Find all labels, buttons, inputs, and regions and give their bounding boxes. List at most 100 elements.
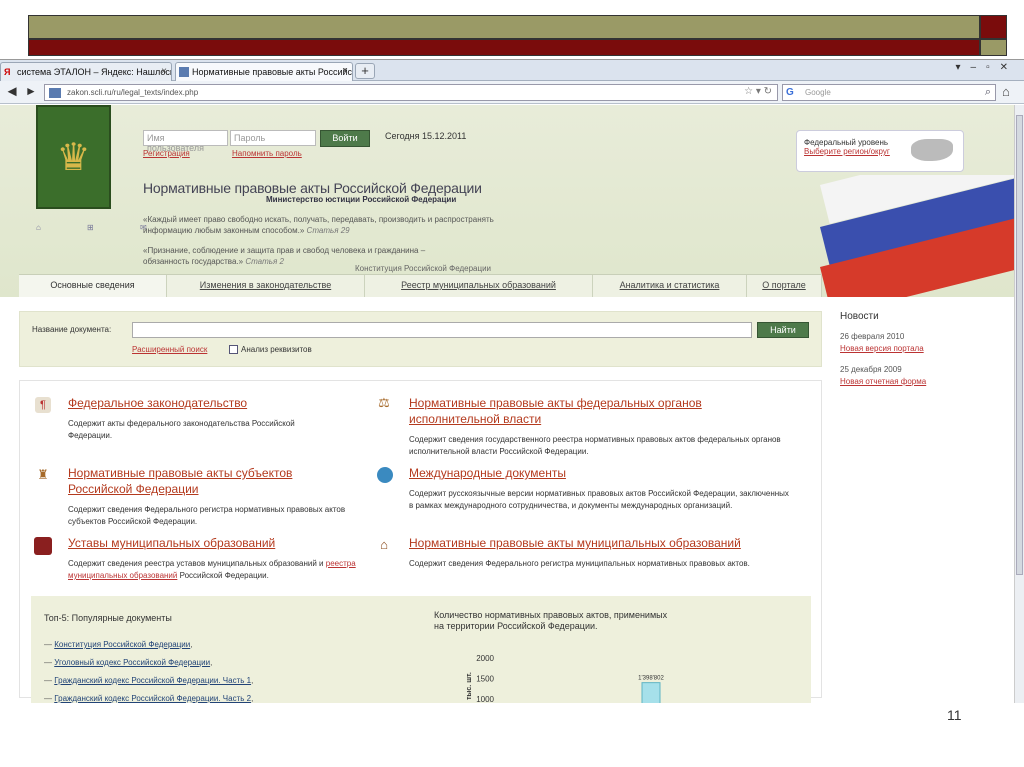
navigation-bar: ◄ ► zakon.scli.ru/ru/legal_texts/index.p… <box>0 81 1024 104</box>
quote-source: Статья 2 <box>245 257 284 266</box>
y-axis-label: тыс. шт. <box>466 672 473 700</box>
requisites-checkbox[interactable] <box>229 345 238 354</box>
search-label: Название документа: <box>32 325 112 334</box>
close-icon[interactable]: × <box>161 66 167 77</box>
tab-legal-acts[interactable]: Нормативные правовые акты Российс... × <box>175 62 353 81</box>
quote-source: Статья 29 <box>306 226 350 235</box>
russia-map-icon[interactable] <box>911 139 953 161</box>
back-icon[interactable]: ◄ <box>3 84 21 101</box>
find-button[interactable]: Найти <box>757 322 809 338</box>
address-bar[interactable]: zakon.scli.ru/ru/legal_texts/index.php ☆… <box>44 84 778 101</box>
coat-of-arms-icon[interactable]: ♛ <box>36 105 111 209</box>
vertical-scrollbar[interactable] <box>1014 105 1024 703</box>
news-date: 25 декабря 2009 <box>840 365 902 374</box>
description-text: Российской Федерации. <box>179 571 269 580</box>
quote: «Каждый имеет право свободно искать, пол… <box>143 214 503 236</box>
menu-item-changes[interactable]: Изменения в законодательстве <box>167 275 365 297</box>
y-tick-label: 1500 <box>476 675 494 684</box>
slide-number: 11 <box>947 707 962 723</box>
tab-label: Нормативные правовые акты Российс... <box>192 67 353 77</box>
tab-label: система ЭТАЛОН – Яндекс: Нашлось ... <box>17 67 172 77</box>
advanced-search-link[interactable]: Расширенный поиск <box>132 345 207 354</box>
url-text: zakon.scli.ru/ru/legal_texts/index.php <box>67 88 199 97</box>
web-page: ♛ ⌂ ⊞ ✉ Имя пользователя Пароль Войти Се… <box>0 105 1014 703</box>
top5-item: — Гражданский кодекс Российской Федераци… <box>44 676 254 685</box>
top5-suffix: , <box>251 694 254 703</box>
top5-link[interactable]: Уголовный кодекс Российской Федерации <box>54 658 210 667</box>
top5-link[interactable]: Гражданский кодекс Российской Федерации.… <box>54 676 251 685</box>
quote-text: «Признание, соблюдение и защита прав и с… <box>143 246 426 266</box>
news-link[interactable]: Новая версия портала <box>840 344 924 353</box>
category-title[interactable]: Нормативные правовые акты субъектов Росс… <box>68 465 338 497</box>
top5-link[interactable]: Гражданский кодекс Российской Федерации.… <box>54 694 251 703</box>
category-description: Содержит русскоязычные версии нормативны… <box>409 489 789 510</box>
category-title[interactable]: Федеральное законодательство <box>68 395 247 411</box>
russian-flag-image <box>820 175 1014 297</box>
description-text: Содержит сведения реестра уставов муници… <box>68 559 324 568</box>
top5-title: Топ-5: Популярные документы <box>44 613 172 623</box>
top5-item: — Гражданский кодекс Российской Федераци… <box>44 694 254 703</box>
remind-password-link[interactable]: Напомнить пароль <box>232 149 302 158</box>
acts-count-chart: тыс. шт.200015001000608'6861'398'802 <box>466 654 664 703</box>
slide-decor-square <box>980 39 1007 56</box>
new-tab-button[interactable]: + <box>355 63 375 79</box>
scrollbar-thumb[interactable] <box>1016 115 1023 575</box>
browser-window: Я система ЭТАЛОН – Яндекс: Нашлось ... ×… <box>0 59 1024 703</box>
slide-decor-square <box>980 15 1007 39</box>
search-engine-box[interactable]: G Google ⌕ <box>782 84 996 101</box>
menu-item-municipal-registry[interactable]: Реестр муниципальных образований <box>365 275 593 297</box>
document-name-input[interactable] <box>132 322 752 338</box>
category-title[interactable]: Международные документы <box>409 465 566 481</box>
site-favicon <box>179 67 189 77</box>
bookmark-star-icon[interactable]: ☆ ▾ ↻ <box>744 86 772 97</box>
register-link[interactable]: Регистрация <box>143 149 190 158</box>
globe-icon <box>377 467 393 483</box>
menu-item-basic-info[interactable]: Основные сведения <box>19 275 167 297</box>
top5-suffix: , <box>251 676 254 685</box>
news-link[interactable]: Новая отчетная форма <box>840 377 926 386</box>
username-input[interactable]: Имя пользователя <box>143 130 228 153</box>
category-title[interactable]: Уставы муниципальных образований <box>68 535 275 551</box>
slide-decor-bar <box>28 15 980 39</box>
category-description: Содержит сведения Федерального регистра … <box>409 559 750 568</box>
category-description: Содержит акты федерального законодательс… <box>68 419 295 440</box>
top5-link[interactable]: Конституция Российской Федерации <box>54 640 190 649</box>
document-icon: ¶ <box>35 397 51 413</box>
forward-icon[interactable]: ► <box>22 84 40 101</box>
main-menu: Основные сведения Изменения в законодате… <box>19 274 822 297</box>
top5-item: — Конституция Российской Федерации, <box>44 640 193 649</box>
home-icon[interactable]: ⌂ <box>1002 84 1010 99</box>
category-description: Содержит сведения реестра уставов муници… <box>68 558 358 582</box>
chart-title: Количество нормативных правовых актов, п… <box>434 610 668 631</box>
google-icon: G <box>786 87 794 98</box>
y-tick-label: 1000 <box>476 695 494 703</box>
top5-suffix: , <box>210 658 213 667</box>
slide-decor-bar <box>28 39 980 56</box>
login-button[interactable]: Войти <box>320 130 370 147</box>
top5-panel: Топ-5: Популярные документы — Конституци… <box>31 596 811 703</box>
search-panel: Название документа: Найти Расширенный по… <box>19 311 822 367</box>
category-description: Содержит сведения государственного реест… <box>409 435 781 456</box>
tab-bar: Я система ЭТАЛОН – Яндекс: Нашлось ... ×… <box>0 60 1024 81</box>
site-subtitle: Министерство юстиции Российской Федераци… <box>266 195 457 204</box>
site-favicon <box>49 88 61 98</box>
window-controls[interactable]: ▾–▫✕ <box>955 62 1018 73</box>
menu-item-about[interactable]: О портале <box>747 275 822 297</box>
today-date: Сегодня 15.12.2011 <box>385 131 467 141</box>
top5-suffix: , <box>190 640 193 649</box>
menu-item-analytics[interactable]: Аналитика и статистика <box>593 275 747 297</box>
category-title[interactable]: Нормативные правовые акты федеральных ор… <box>409 395 769 427</box>
tab-yandex[interactable]: Я система ЭТАЛОН – Яндекс: Нашлось ... × <box>0 62 172 81</box>
search-icon[interactable]: ⌕ <box>985 86 991 99</box>
password-input[interactable]: Пароль <box>230 130 316 146</box>
requisites-label: Анализ реквизитов <box>241 345 312 354</box>
federal-level-box: Федеральный уровень Выберите регион/окру… <box>796 130 964 172</box>
top5-item: — Уголовный кодекс Российской Федерации, <box>44 658 213 667</box>
close-icon[interactable]: × <box>342 66 348 77</box>
chart-bar <box>641 682 661 703</box>
y-tick-label: 2000 <box>476 654 494 663</box>
category-title[interactable]: Нормативные правовые акты муниципальных … <box>409 535 741 551</box>
building-icon: ♜ <box>37 467 49 482</box>
news-date: 26 февраля 2010 <box>840 332 905 341</box>
category-description: Содержит сведения Федерального регистра … <box>68 505 346 526</box>
